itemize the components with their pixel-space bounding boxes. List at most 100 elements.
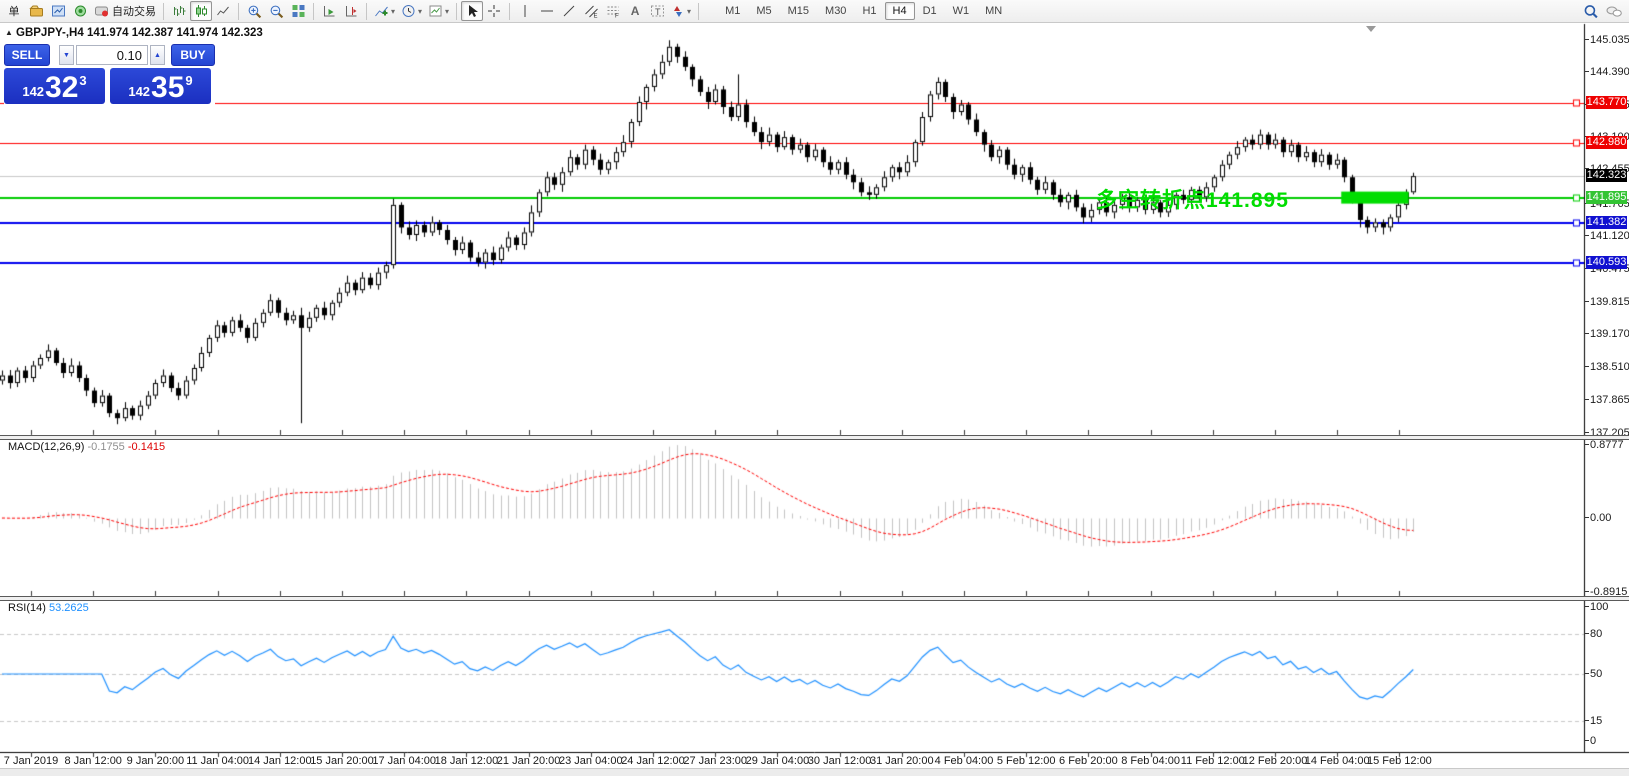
volume-up-button[interactable]: ▲ — [150, 45, 165, 65]
chart-annotation-text[interactable]: 多空转折点141.895 — [1096, 184, 1289, 214]
charts-window-button[interactable] — [47, 1, 69, 21]
new-order-label: 单 — [8, 6, 20, 18]
timeframe-group: M1 M5 M15 M30 H1 H4 D1 W1 MN — [717, 2, 1010, 20]
buy-button[interactable]: BUY — [171, 44, 215, 66]
templates-button[interactable]: ▾ — [425, 1, 452, 21]
horizontal-line-button[interactable] — [536, 1, 558, 21]
chart-canvas[interactable] — [0, 0, 1629, 775]
bar-chart-icon — [172, 4, 187, 18]
timeframe-M1[interactable]: M1 — [717, 2, 748, 20]
periods-clock-icon — [401, 4, 416, 18]
timeframe-W1[interactable]: W1 — [945, 2, 978, 20]
sell-price-big: 32 — [45, 71, 79, 104]
text-label-button[interactable]: T — [646, 1, 668, 21]
zoom-out-button[interactable] — [265, 1, 287, 21]
fibonacci-button[interactable]: F — [602, 1, 624, 21]
chevron-down-icon: ▾ — [445, 6, 450, 16]
toolbar-separator — [456, 2, 458, 20]
autotrading-icon — [94, 4, 109, 18]
time-axis-label: 24 Jan 12:00 — [621, 755, 685, 767]
time-axis-label: 8 Jan 12:00 — [64, 755, 122, 767]
time-axis-label: 14 Jan 12:00 — [247, 755, 312, 767]
crosshair-button[interactable] — [483, 1, 505, 21]
tile-windows-icon — [291, 4, 306, 18]
zoom-in-button[interactable] — [243, 1, 265, 21]
line-chart-button[interactable] — [212, 1, 234, 21]
add-indicator-icon — [374, 4, 389, 18]
macd-signal-value: -0.1415 — [127, 441, 166, 453]
macd-axis-label: 0.00 — [1584, 512, 1612, 524]
candlestick-chart-button[interactable] — [190, 1, 212, 21]
price-tick: 144.390 — [1585, 66, 1629, 79]
rsi-axis-label: 100 — [1584, 601, 1609, 613]
signals-button[interactable] — [69, 1, 91, 21]
svg-text:T: T — [655, 7, 661, 17]
rsi-axis-label: 15 — [1584, 714, 1603, 727]
chat-icon — [1605, 4, 1623, 19]
pane-separator[interactable] — [0, 435, 1629, 440]
toolbar-separator — [509, 2, 511, 20]
collapse-arrow-icon[interactable]: ▲ — [5, 29, 13, 37]
autotrading-button[interactable]: 自动交易 — [91, 1, 159, 21]
charts-window-icon — [51, 4, 66, 18]
time-axis-label: 23 Jan 04:00 — [558, 755, 623, 767]
macd-axis-label: 0.8777 — [1585, 439, 1624, 452]
price-level-badge: 141.895 — [1586, 190, 1627, 204]
add-indicator-button[interactable]: ▾ — [371, 1, 398, 21]
profiles-button[interactable] — [25, 1, 47, 21]
sell-price-pip: 3 — [79, 73, 87, 88]
macd-indicator-label: MACD(12,26,9) -0.1755 -0.1415 — [8, 441, 165, 453]
price-tick: 139.170 — [1585, 328, 1629, 341]
cursor-icon — [465, 4, 479, 18]
search-button[interactable] — [1580, 1, 1602, 21]
volume-down-button[interactable]: ▼ — [59, 45, 74, 65]
chart-shift-button[interactable] — [340, 1, 362, 21]
timeframe-M5[interactable]: M5 — [748, 2, 779, 20]
cursor-button[interactable] — [461, 1, 484, 21]
arrows-button[interactable]: ▾ — [668, 1, 694, 21]
timeframe-M30[interactable]: M30 — [817, 2, 854, 20]
svg-text:F: F — [615, 14, 619, 19]
timeframe-H4[interactable]: H4 — [884, 2, 915, 20]
rsi-axis-label: 50 — [1584, 668, 1603, 680]
periods-button[interactable]: ▾ — [398, 1, 425, 21]
buy-price-big: 35 — [151, 71, 185, 104]
autotrading-label: 自动交易 — [112, 6, 156, 18]
sell-price-tile[interactable]: 142 32 3 — [4, 68, 105, 104]
text-button[interactable]: A — [624, 1, 646, 21]
equidistant-channel-button[interactable]: E — [580, 1, 602, 21]
rsi-value: 53.2625 — [48, 602, 89, 614]
buy-price-tile[interactable]: 142 35 9 — [110, 68, 211, 104]
price-level-badge: 141.382 — [1586, 216, 1627, 230]
rsi-name: RSI(14) — [8, 602, 46, 614]
price-level-badge: 142.980 — [1586, 136, 1627, 150]
equidistant-channel-icon: E — [584, 4, 599, 18]
svg-text:E: E — [593, 14, 597, 19]
tile-windows-button[interactable] — [287, 1, 309, 21]
auto-scroll-button[interactable] — [318, 1, 340, 21]
trendline-button[interactable] — [558, 1, 580, 21]
timeframe-H1[interactable]: H1 — [854, 2, 884, 20]
time-axis-label: 31 Jan 20:00 — [869, 755, 934, 767]
timeframe-D1[interactable]: D1 — [915, 2, 945, 20]
bar-chart-button[interactable] — [168, 1, 190, 21]
trendline-icon — [562, 4, 576, 18]
toolbar-separator — [313, 2, 314, 20]
pane-separator[interactable] — [0, 596, 1629, 601]
chat-button[interactable] — [1602, 1, 1626, 21]
price-tick: 138.510 — [1585, 361, 1629, 374]
timeframe-M15[interactable]: M15 — [780, 2, 817, 20]
time-axis-label: 29 Jan 04:00 — [745, 755, 810, 767]
volume-input[interactable] — [76, 45, 148, 65]
sell-button[interactable]: SELL — [4, 44, 50, 66]
chart-symbol: GBPJPY-,H4 — [16, 27, 84, 39]
text-label-icon: T — [650, 4, 665, 18]
chart-shift-marker[interactable] — [1366, 26, 1376, 32]
timeframe-MN[interactable]: MN — [977, 2, 1010, 20]
profiles-icon — [28, 4, 44, 18]
time-axis-label: 9 Jan 20:00 — [126, 755, 185, 767]
time-axis-label: 12 Feb 20:00 — [1242, 755, 1308, 767]
vertical-line-button[interactable] — [514, 1, 536, 21]
fibonacci-icon: F — [606, 4, 621, 18]
new-order-button[interactable]: 单 — [3, 1, 25, 21]
